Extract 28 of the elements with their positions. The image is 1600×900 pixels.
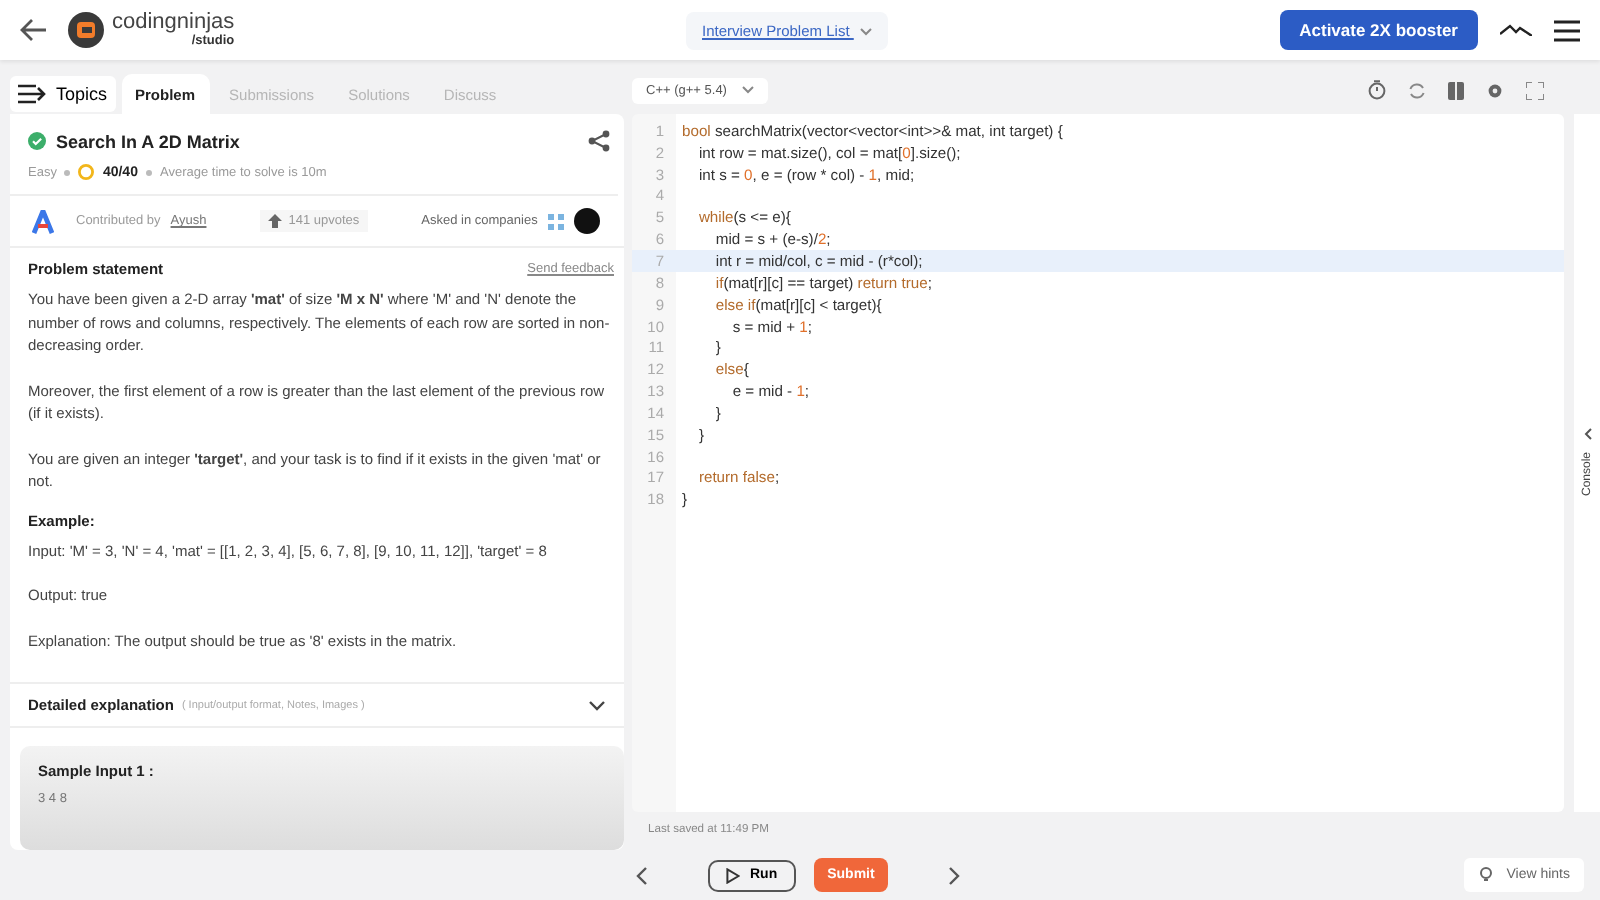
topics-button[interactable]: Topics	[10, 76, 116, 112]
letter-a-logo-icon	[32, 209, 54, 233]
refresh-icon[interactable]	[1408, 81, 1426, 99]
caret-icon	[859, 27, 872, 36]
coin-icon	[78, 164, 95, 180]
menu-arrow-icon	[18, 84, 48, 104]
timer-icon[interactable]	[1368, 80, 1386, 100]
menu-icon[interactable]	[1554, 19, 1580, 41]
settings-icon[interactable]	[1486, 81, 1504, 99]
problem-title: Search In A 2D Matrix	[56, 131, 240, 151]
up-arrow-icon	[268, 214, 283, 228]
play-icon	[726, 867, 740, 883]
brand-name: codingninjas	[112, 11, 235, 34]
mountain-icon	[1500, 24, 1532, 36]
lightbulb-icon	[1478, 866, 1495, 884]
book-icon[interactable]	[1448, 81, 1464, 99]
logo-icon	[68, 12, 104, 48]
company-logo-icon	[573, 208, 600, 234]
previous-chevron-icon[interactable]	[636, 865, 648, 885]
grid-icon	[547, 213, 564, 229]
caret-icon	[742, 86, 755, 94]
next-chevron-icon[interactable]	[948, 865, 961, 885]
booster-button[interactable]: Activate 2X booster	[1279, 10, 1478, 50]
back-arrow-icon[interactable]	[20, 18, 48, 42]
chevron-left-icon[interactable]	[1583, 428, 1591, 441]
expand-icon[interactable]	[1526, 81, 1544, 99]
share-icon[interactable]	[588, 130, 610, 152]
chevron-icon[interactable]	[588, 699, 606, 711]
